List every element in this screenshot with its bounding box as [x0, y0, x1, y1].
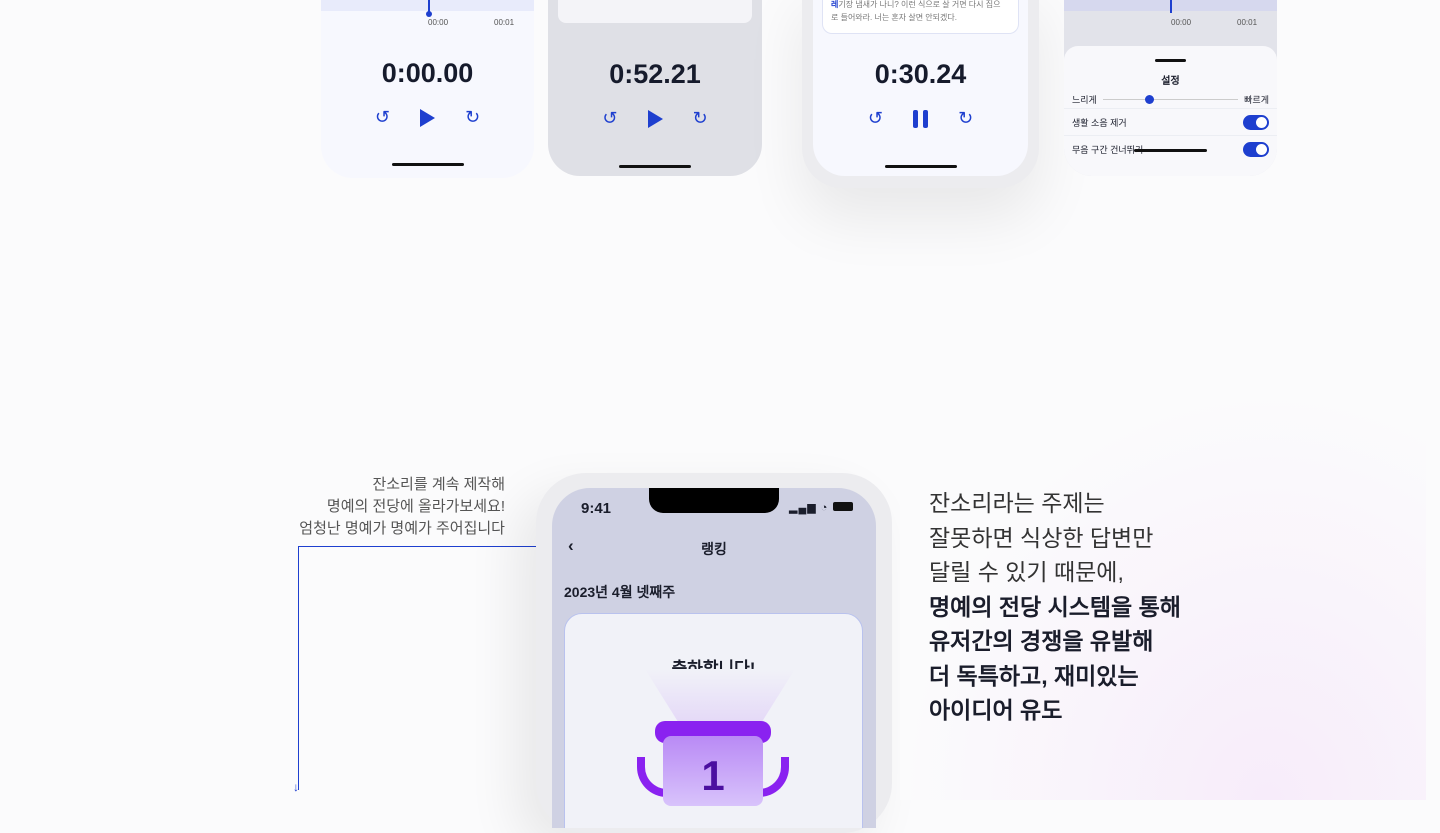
phone-screen-settings: 00:00 00:01 설정 느리게 빠르게 생활 소음 제거 무음 구간 건너…: [1064, 0, 1277, 176]
description-line: 잔소리라는 주제는: [929, 490, 1105, 516]
trophy-icon: 1: [637, 721, 789, 806]
phone-screen-idle: 00:00 00:01 0:00.00 ↺ ↻: [321, 0, 534, 178]
phone-screen-paused: 0:52.21 ↺ ↻: [548, 0, 762, 176]
play-icon[interactable]: [647, 109, 663, 128]
skip-silence-label: 무음 구간 건너뛰기: [1072, 144, 1144, 155]
skip-forward-icon[interactable]: ↻: [465, 107, 480, 128]
speed-slider[interactable]: [1102, 95, 1239, 104]
description-line-bold: 유저간의 경쟁을 유발해: [929, 628, 1154, 654]
battery-icon: [832, 502, 853, 511]
tick-end: 00:01: [1237, 18, 1258, 27]
ranking-title: 랭킹: [701, 541, 727, 557]
home-indicator: [619, 165, 691, 168]
tick-start: 00:00: [1171, 18, 1192, 27]
ranking-screen: 9:41 ▂▄▆ ◔ ‹ 랭킹 2023년 4월 넷째주 축하합니다! 1: [552, 488, 876, 828]
signal-icon: ▂▄▆: [789, 502, 817, 514]
settings-sheet: 설정 느리게 빠르게 생활 소음 제거 무음 구간 건너뛰기: [1064, 46, 1277, 176]
notch: [649, 488, 779, 513]
speed-slow-label: 느리게: [1072, 95, 1097, 105]
skip-forward-icon[interactable]: ↻: [693, 108, 708, 129]
skip-back-icon[interactable]: ↺: [602, 108, 617, 129]
phone-screen-playing: 레기장 냄새가 나니? 이런 식으로 살 거면 다시 집으 로 들어와라. 너는 …: [813, 0, 1028, 176]
arrow-down-icon: ↓: [293, 780, 299, 794]
caption-line: 잔소리를 계속 제작해: [372, 476, 505, 493]
home-indicator: [391, 163, 464, 166]
tick-start: 00:00: [428, 18, 449, 27]
tick-end: 00:01: [494, 18, 515, 27]
connector-line: [298, 546, 299, 790]
caption-line: 명예의 전당에 올라가보세요!: [326, 498, 505, 515]
speed-fast-label: 빠르게: [1244, 95, 1269, 105]
description-line-bold: 명예의 전당 시스템을 통해: [929, 593, 1181, 620]
home-indicator: [1134, 149, 1207, 152]
congrats-card: 축하합니다! 1: [564, 613, 863, 828]
elapsed-time: 0:00.00: [381, 58, 474, 88]
connector-line: [298, 546, 538, 547]
skip-back-icon[interactable]: ↺: [375, 107, 390, 128]
description-line: 달릴 수 있기 때문에,: [929, 559, 1124, 585]
week-label: 2023년 4월 넷째주: [564, 584, 676, 600]
status-icons: ▂▄▆ ◔: [789, 501, 853, 514]
home-indicator: [884, 165, 957, 168]
noise-removal-label: 생활 소음 제거: [1072, 117, 1127, 128]
description-line-bold: 아이디어 유도: [929, 697, 1063, 723]
noise-removal-toggle[interactable]: [1243, 114, 1269, 130]
caption-line: 엄청난 명예가 명예가 주어집니다: [299, 520, 505, 537]
skip-back-icon[interactable]: ↺: [868, 108, 883, 129]
wifi-icon: ◔: [820, 502, 829, 514]
skip-forward-icon[interactable]: ↻: [958, 108, 973, 129]
play-icon[interactable]: [420, 108, 435, 127]
transcript-box: 레기장 냄새가 나니? 이런 식으로 살 거면 다시 집으 로 들어와라. 너는 …: [822, 0, 1019, 34]
skip-silence-toggle[interactable]: [1243, 141, 1269, 157]
description-line: 잘못하면 식상한 답변만: [929, 524, 1154, 551]
caption-left: 잔소리를 계속 제작해 명예의 전당에 올라가보세요! 엄청난 명예가 명예가 …: [299, 474, 505, 540]
settings-title: 설정: [1161, 76, 1180, 87]
rank-number: 1: [663, 736, 763, 806]
description-line-bold: 더 독특하고, 재미있는: [929, 662, 1139, 689]
transcript-line: 로 들어와라. 너는 혼자 살면 안되겠다.: [831, 13, 957, 22]
transcript-line: 기장 냄새가 나니? 이런 식으로 살 거면 다시 집으: [838, 0, 1001, 9]
pause-icon[interactable]: [913, 109, 928, 128]
description: 잔소리라는 주제는 잘못하면 식상한 답변만 달릴 수 있기 때문에, 명예의 …: [929, 486, 1181, 728]
status-time: 9:41: [581, 500, 612, 517]
elapsed-time: 0:30.24: [874, 59, 967, 89]
elapsed-time: 0:52.21: [609, 59, 701, 89]
